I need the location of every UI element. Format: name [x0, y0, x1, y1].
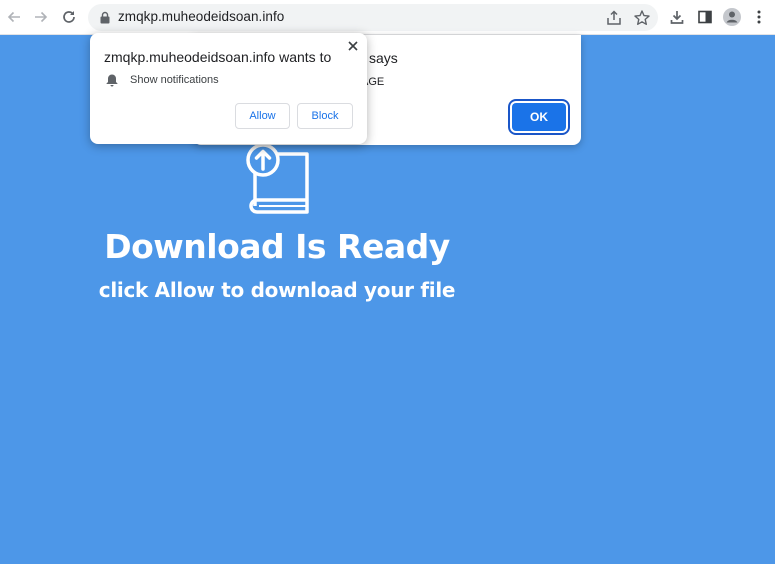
lock-icon[interactable]: [99, 11, 111, 24]
download-instruction: click Allow to download your file: [98, 278, 456, 302]
book-upload-icon: [246, 143, 309, 214]
star-icon[interactable]: [632, 8, 652, 28]
download-icon: [670, 11, 684, 24]
share-icon[interactable]: [604, 8, 624, 28]
reload-button[interactable]: [56, 4, 82, 30]
forward-button[interactable]: [28, 4, 54, 30]
forward-icon: [35, 11, 48, 23]
profile-button[interactable]: [719, 4, 745, 30]
ok-button[interactable]: OK: [512, 103, 566, 131]
browser-toolbar: zmqkp.muheodeidsoan.info: [0, 0, 775, 35]
bell-icon: [106, 74, 118, 87]
menu-button[interactable]: [746, 4, 772, 30]
permission-title: zmqkp.muheodeidsoan.info wants to: [104, 49, 332, 65]
address-bar[interactable]: zmqkp.muheodeidsoan.info: [88, 4, 658, 31]
url-text[interactable]: zmqkp.muheodeidsoan.info: [118, 9, 284, 24]
notification-permission-prompt: zmqkp.muheodeidsoan.info wants to Show n…: [90, 33, 367, 144]
back-icon: [7, 11, 20, 23]
allow-button[interactable]: Allow: [235, 103, 290, 129]
close-icon[interactable]: [344, 37, 362, 55]
side-panel-icon: [698, 10, 712, 24]
block-button[interactable]: Block: [297, 103, 353, 129]
alert-title: says: [369, 50, 398, 66]
menu-icon: [757, 10, 761, 24]
download-headline: Download Is Ready: [104, 227, 450, 266]
download-button[interactable]: [664, 4, 690, 30]
back-button[interactable]: [1, 4, 27, 30]
permission-label: Show notifications: [130, 74, 219, 86]
reload-icon: [63, 11, 75, 23]
profile-icon: [723, 8, 741, 26]
side-panel-button[interactable]: [692, 4, 718, 30]
